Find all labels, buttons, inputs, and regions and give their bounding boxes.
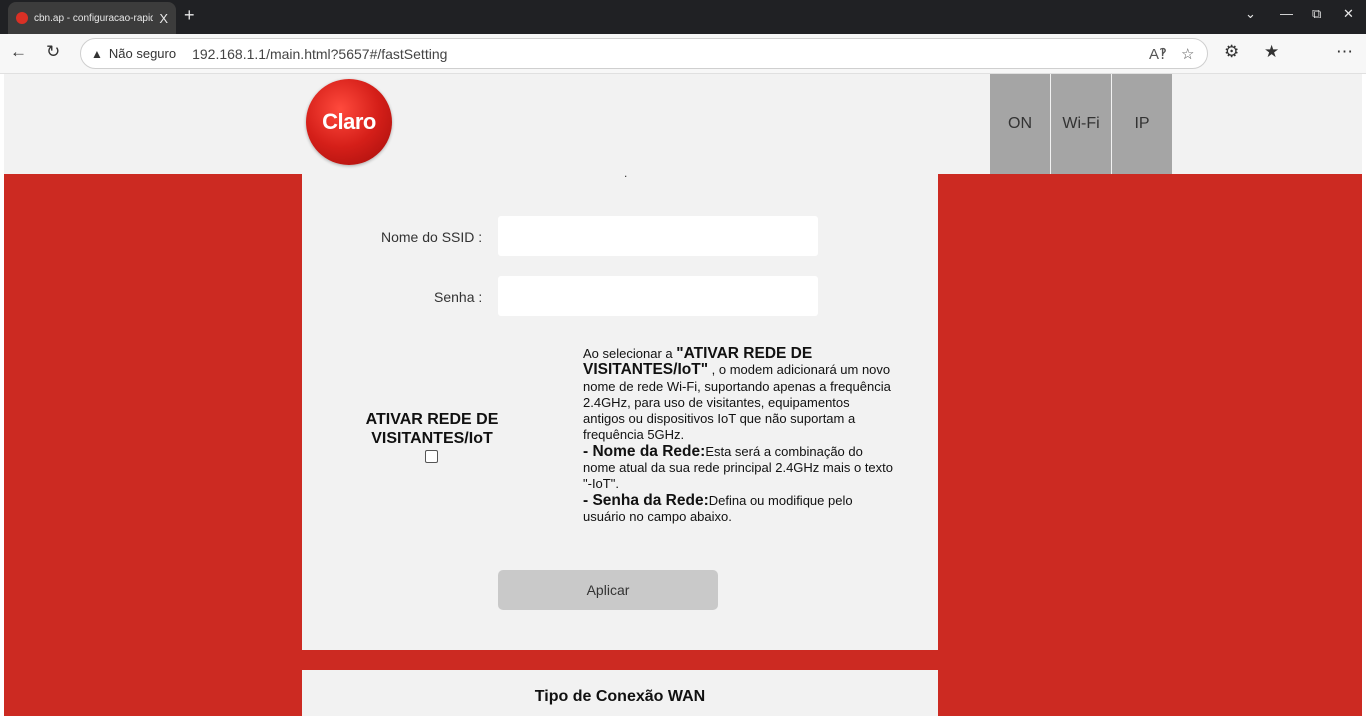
read-aloud-icon[interactable]: A‽ [1149,45,1167,63]
dot-marker: . [624,166,628,180]
ssid-input[interactable] [498,216,818,256]
logo-text: Claro [322,109,376,134]
top-nav: ON Wi-Fi IP [990,74,1173,174]
tab-search-icon[interactable]: ⌄ [1245,6,1256,22]
warning-icon: ▲ [91,46,103,61]
password-input[interactable] [498,276,818,316]
guest-network-info: Ao selecionar a "ATIVAR REDE DE VISITANT… [583,345,894,524]
tab-close-icon[interactable]: X [159,11,168,26]
tab-title: cbn.ap - configuracao-rapida - L [34,12,154,24]
extensions-icon[interactable]: ⚙ [1224,42,1239,62]
address-bar[interactable]: ▲ Não seguro 192.168.1.1/main.html?5657#… [80,38,1208,69]
close-window-icon[interactable]: ✕ [1343,6,1354,22]
page-background: Claro ON Wi-Fi IP . Nome do SSID : Senha… [4,74,1362,716]
page-header: Claro ON Wi-Fi IP [4,74,1362,174]
reload-icon[interactable]: ↻ [46,42,60,62]
favorites-icon[interactable]: ★ [1264,42,1279,62]
nav-on[interactable]: ON [990,74,1050,174]
minimize-icon[interactable]: — [1280,6,1293,21]
claro-favicon-icon [16,12,28,24]
favorite-star-icon[interactable]: ☆ [1181,45,1194,63]
browser-navbar: ← ↻ ▲ Não seguro 192.168.1.1/main.html?5… [0,34,1366,74]
password-label: Senha : [434,289,483,305]
ssid-label: Nome do SSID : [381,229,483,245]
guest-network-checkbox[interactable] [425,450,438,463]
more-menu-icon[interactable]: ⋯ [1336,42,1353,62]
wan-card: Tipo de Conexão WAN [302,670,938,716]
guest-network-title: ATIVAR REDE DE VISITANTES/IoT [365,411,499,447]
browser-tabbar: cbn.ap - configuracao-rapida - L X + ⌄ —… [0,0,1366,34]
nav-wifi[interactable]: Wi-Fi [1051,74,1111,174]
back-icon[interactable]: ← [10,42,27,62]
not-secure-label: Não seguro [108,46,177,61]
nav-ip[interactable]: IP [1112,74,1172,174]
new-tab-icon[interactable]: + [184,5,195,26]
url-text[interactable]: 192.168.1.1/main.html?5657#/fastSetting [192,46,447,62]
apply-button[interactable]: Aplicar [498,570,718,610]
wan-title: Tipo de Conexão WAN [534,688,706,705]
restore-icon[interactable]: ⧉ [1312,6,1321,22]
wifi-settings-card: . Nome do SSID : Senha : ATIVAR REDE DE … [302,166,938,650]
claro-logo: Claro [306,79,392,165]
browser-tab[interactable]: cbn.ap - configuracao-rapida - L X [8,2,176,34]
